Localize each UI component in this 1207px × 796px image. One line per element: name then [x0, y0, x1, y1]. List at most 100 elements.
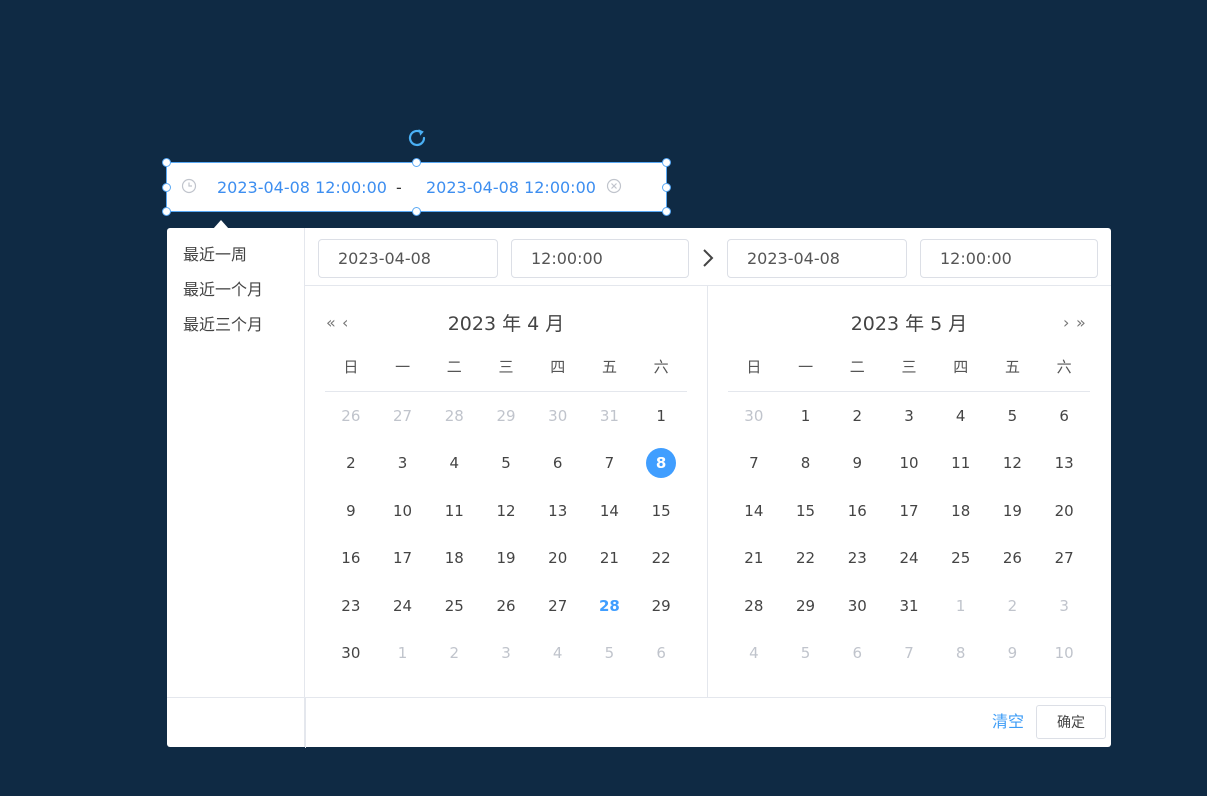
start-time-input[interactable]: 12:00:00 — [511, 239, 689, 278]
left-day-cell[interactable]: 7 — [584, 440, 636, 488]
right-day-cell[interactable]: 6 — [1038, 392, 1090, 440]
left-day-cell[interactable]: 28 — [584, 582, 636, 630]
left-day-cell[interactable]: 24 — [377, 582, 429, 630]
left-day-cell[interactable]: 26 — [325, 392, 377, 440]
left-day-cell[interactable]: 28 — [428, 392, 480, 440]
right-day-cell[interactable]: 4 — [935, 392, 987, 440]
shortcut-last-month[interactable]: 最近一个月 — [183, 280, 263, 300]
left-day-cell[interactable]: 2 — [325, 440, 377, 488]
left-day-cell[interactable]: 4 — [428, 440, 480, 488]
start-datetime-value[interactable]: 2023-04-08 12:00:00 — [217, 178, 387, 198]
left-day-cell[interactable]: 1 — [377, 630, 429, 678]
shortcut-last-three-months[interactable]: 最近三个月 — [183, 315, 263, 335]
right-day-cell[interactable]: 16 — [831, 487, 883, 535]
left-day-cell[interactable]: 2 — [428, 630, 480, 678]
left-day-cell[interactable]: 15 — [635, 487, 687, 535]
right-day-cell[interactable]: 10 — [883, 440, 935, 488]
left-day-cell[interactable]: 13 — [532, 487, 584, 535]
end-datetime-value[interactable]: 2023-04-08 12:00:00 — [426, 178, 596, 198]
left-day-cell[interactable]: 25 — [428, 582, 480, 630]
resize-handle-bottom-left[interactable] — [162, 207, 171, 216]
left-day-cell[interactable]: 29 — [480, 392, 532, 440]
left-day-cell[interactable]: 27 — [532, 582, 584, 630]
right-day-cell[interactable]: 20 — [1038, 487, 1090, 535]
resize-handle-right[interactable] — [662, 183, 671, 192]
left-day-cell[interactable]: 19 — [480, 535, 532, 583]
left-day-cell[interactable]: 14 — [584, 487, 636, 535]
resize-handle-bottom[interactable] — [412, 207, 421, 216]
clear-button[interactable]: 清空 — [992, 712, 1024, 732]
right-day-cell[interactable]: 26 — [987, 535, 1039, 583]
right-day-cell[interactable]: 1 — [935, 582, 987, 630]
left-day-cell[interactable]: 10 — [377, 487, 429, 535]
right-day-cell[interactable]: 8 — [935, 630, 987, 678]
right-day-cell[interactable]: 5 — [780, 630, 832, 678]
right-day-cell[interactable]: 4 — [728, 630, 780, 678]
left-day-cell[interactable]: 29 — [635, 582, 687, 630]
right-day-cell[interactable]: 18 — [935, 487, 987, 535]
left-day-cell[interactable]: 1 — [635, 392, 687, 440]
resize-handle-top[interactable] — [412, 158, 421, 167]
left-day-cell[interactable]: 9 — [325, 487, 377, 535]
resize-handle-top-right[interactable] — [662, 158, 671, 167]
right-day-cell[interactable]: 2 — [987, 582, 1039, 630]
left-day-cell[interactable]: 4 — [532, 630, 584, 678]
right-day-cell[interactable]: 28 — [728, 582, 780, 630]
right-day-cell[interactable]: 25 — [935, 535, 987, 583]
left-day-cell[interactable]: 18 — [428, 535, 480, 583]
right-day-cell[interactable]: 29 — [780, 582, 832, 630]
rotate-icon[interactable] — [405, 126, 429, 150]
resize-handle-top-left[interactable] — [162, 158, 171, 167]
right-day-cell[interactable]: 15 — [780, 487, 832, 535]
resize-handle-bottom-right[interactable] — [662, 207, 671, 216]
resize-handle-left[interactable] — [162, 183, 171, 192]
right-day-cell[interactable]: 27 — [1038, 535, 1090, 583]
right-day-cell[interactable]: 9 — [831, 440, 883, 488]
left-day-cell[interactable]: 30 — [532, 392, 584, 440]
right-day-cell[interactable]: 24 — [883, 535, 935, 583]
left-day-cell[interactable]: 11 — [428, 487, 480, 535]
right-day-cell[interactable]: 21 — [728, 535, 780, 583]
left-day-cell[interactable]: 22 — [635, 535, 687, 583]
left-day-cell[interactable]: 23 — [325, 582, 377, 630]
left-day-cell[interactable]: 31 — [584, 392, 636, 440]
left-day-cell[interactable]: 21 — [584, 535, 636, 583]
right-day-cell[interactable]: 9 — [987, 630, 1039, 678]
right-day-cell[interactable]: 3 — [1038, 582, 1090, 630]
right-day-cell[interactable]: 30 — [728, 392, 780, 440]
right-day-cell[interactable]: 1 — [780, 392, 832, 440]
right-day-cell[interactable]: 23 — [831, 535, 883, 583]
right-day-cell[interactable]: 12 — [987, 440, 1039, 488]
right-day-cell[interactable]: 13 — [1038, 440, 1090, 488]
right-day-cell[interactable]: 6 — [831, 630, 883, 678]
left-day-cell[interactable]: 17 — [377, 535, 429, 583]
end-date-input[interactable]: 2023-04-08 — [727, 239, 907, 278]
left-day-cell[interactable]: 5 — [584, 630, 636, 678]
left-day-cell[interactable]: 6 — [635, 630, 687, 678]
right-day-cell[interactable]: 31 — [883, 582, 935, 630]
left-day-cell[interactable]: 27 — [377, 392, 429, 440]
left-day-cell[interactable]: 8 — [635, 440, 687, 488]
right-day-cell[interactable]: 2 — [831, 392, 883, 440]
left-day-cell[interactable]: 3 — [480, 630, 532, 678]
right-day-cell[interactable]: 30 — [831, 582, 883, 630]
left-day-cell[interactable]: 12 — [480, 487, 532, 535]
right-day-cell[interactable]: 17 — [883, 487, 935, 535]
right-day-cell[interactable]: 22 — [780, 535, 832, 583]
right-day-cell[interactable]: 10 — [1038, 630, 1090, 678]
start-date-input[interactable]: 2023-04-08 — [318, 239, 498, 278]
left-day-cell[interactable]: 5 — [480, 440, 532, 488]
left-day-cell[interactable]: 16 — [325, 535, 377, 583]
left-day-cell[interactable]: 20 — [532, 535, 584, 583]
clear-circle-icon[interactable] — [606, 178, 622, 194]
left-day-cell[interactable]: 6 — [532, 440, 584, 488]
right-day-cell[interactable]: 11 — [935, 440, 987, 488]
left-day-cell[interactable]: 3 — [377, 440, 429, 488]
right-day-cell[interactable]: 8 — [780, 440, 832, 488]
right-day-cell[interactable]: 7 — [883, 630, 935, 678]
right-day-cell[interactable]: 7 — [728, 440, 780, 488]
left-day-cell[interactable]: 30 — [325, 630, 377, 678]
left-day-cell[interactable]: 26 — [480, 582, 532, 630]
right-day-cell[interactable]: 3 — [883, 392, 935, 440]
shortcut-last-week[interactable]: 最近一周 — [183, 245, 247, 265]
